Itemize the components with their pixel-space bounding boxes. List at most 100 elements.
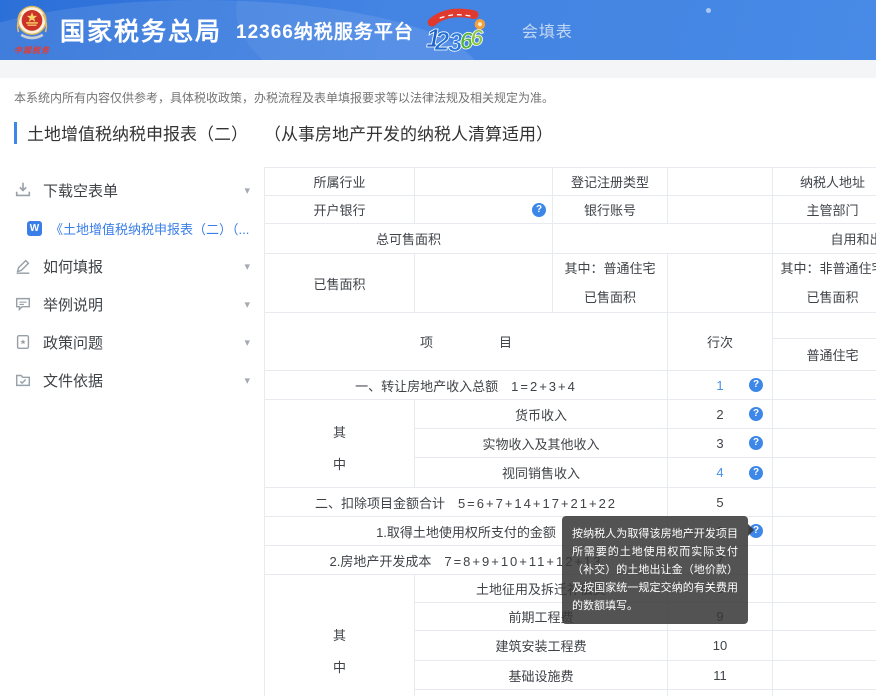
- tax-emblem-icon: [14, 5, 50, 43]
- sidebar-item-label: 如何填报: [43, 256, 103, 277]
- tooltip-text: 按纳税人为取得该房地产开发项目所需要的土地使用权而实际支付（补交）的土地出让金（…: [572, 528, 738, 612]
- field-label: 其中：普通住宅 已售面积: [553, 254, 668, 313]
- line-number-link[interactable]: 1: [716, 378, 723, 393]
- form-title: 土地增值税纳税申报表（二）: [27, 120, 248, 145]
- form-subtitle: （从事房地产开发的纳税人清算适用）: [264, 120, 553, 145]
- sub-header-strip: [0, 60, 876, 78]
- field-label: 所属行业: [265, 168, 415, 196]
- line-number-cell: 10: [668, 631, 773, 661]
- top-banner: 中国税务 国家税务总局 12366纳税服务平台 1 2 3 6 6 会填表: [0, 0, 876, 60]
- folder-check-icon: [14, 371, 32, 389]
- help-tooltip: 按纳税人为取得该房地产开发项目所需要的土地使用权而实际支付（补交）的土地出让金（…: [562, 516, 748, 624]
- value-cell: ?: [415, 196, 553, 224]
- value-cell: [773, 488, 876, 517]
- field-label: 自用和出租面积: [773, 224, 876, 254]
- line-number-cell: 2 ?: [668, 400, 773, 429]
- mascot-12366-logo: 1 2 3 6 6: [424, 7, 486, 53]
- line-number-cell: 4 ?: [668, 458, 773, 488]
- table-row: 所属行业 登记注册类型 纳税人地址: [265, 168, 876, 196]
- item-label: 货币收入: [415, 400, 668, 429]
- value-cell: [668, 168, 773, 196]
- help-icon[interactable]: ?: [749, 436, 763, 450]
- table-row: 总可售面积 自用和出租面积: [265, 224, 876, 254]
- comment-icon: [14, 295, 32, 313]
- tax-bureau-emblem: 中国税务: [10, 5, 54, 56]
- download-link-label[interactable]: 《土地增值税纳税申报表（二）（...: [50, 219, 249, 238]
- field-label: 纳税人地址: [773, 168, 876, 196]
- field-label: 总可售面积: [265, 224, 553, 254]
- group-label-qizhong: 其 中: [265, 575, 415, 696]
- item-label: 建筑安装工程费: [415, 631, 668, 661]
- chevron-down-icon[interactable]: ▾: [244, 260, 250, 273]
- table-row: 二、扣除项目金额合计5=6+7+14+17+21+22 5: [265, 488, 876, 517]
- line-number-cell: 1 ?: [668, 371, 773, 400]
- line-number-link[interactable]: 4: [716, 465, 723, 480]
- field-label: 其中：非普通住宅 已售面积: [773, 254, 876, 313]
- item-label: 实物收入及其他收入: [415, 429, 668, 458]
- table-row: 其 中 货币收入 2 ?: [265, 400, 876, 429]
- value-cell: [773, 458, 876, 488]
- value-cell: [773, 603, 876, 631]
- field-label: 登记注册类型: [553, 168, 668, 196]
- platform-title: 12366纳税服务平台: [236, 17, 414, 44]
- table-header-row: 项 目 行次: [265, 313, 876, 339]
- pencil-icon: [14, 257, 32, 275]
- table-row: 开户银行 ? 银行账号 主管部门: [265, 196, 876, 224]
- column-header-item: 项 目: [265, 313, 668, 371]
- line-number-cell: 11: [668, 661, 773, 690]
- value-cell: [553, 224, 773, 254]
- value-cell: [668, 196, 773, 224]
- table-row: 已售面积 其中：普通住宅 已售面积 其中：非普通住宅 已售面积: [265, 254, 876, 313]
- sidebar: 下载空表单 ▾ W 《土地增值税纳税申报表（二）（... 如何填报 ▾ 举例说明…: [0, 167, 264, 696]
- sidebar-item-download-form[interactable]: 下载空表单 ▾: [0, 171, 264, 209]
- field-label: 银行账号: [553, 196, 668, 224]
- line-number-cell: 5: [668, 488, 773, 517]
- help-icon[interactable]: ?: [749, 466, 763, 480]
- sidebar-item-policy[interactable]: 政策问题 ▾: [0, 323, 264, 361]
- sidebar-item-label: 举例说明: [43, 294, 103, 315]
- column-header-amount: [773, 313, 876, 339]
- chevron-down-icon[interactable]: ▾: [244, 298, 250, 311]
- item-label: 基础设施费: [415, 661, 668, 690]
- help-icon[interactable]: ?: [749, 378, 763, 392]
- value-cell: [773, 400, 876, 429]
- value-cell: [773, 690, 876, 696]
- chevron-down-icon[interactable]: ▾: [244, 336, 250, 349]
- value-cell: [415, 168, 553, 196]
- field-label: 开户银行: [265, 196, 415, 224]
- disclaimer-text: 本系统内所有内容仅供参考，具体税收政策，办税流程及表单填报要求等以法律法规及相关…: [14, 89, 876, 106]
- value-cell: [773, 517, 876, 546]
- word-doc-icon: W: [27, 221, 42, 236]
- field-label: 主管部门: [773, 196, 876, 224]
- item-label: 视同销售收入: [415, 458, 668, 488]
- chevron-down-icon[interactable]: ▾: [244, 184, 250, 197]
- field-label: 已售面积: [265, 254, 415, 313]
- sidebar-item-label: 文件依据: [43, 370, 103, 391]
- sidebar-download-link[interactable]: W 《土地增值税纳税申报表（二）（...: [0, 209, 264, 247]
- value-cell: [415, 254, 553, 313]
- item-label: 二、扣除项目金额合计5=6+7+14+17+21+22: [265, 488, 668, 517]
- help-icon[interactable]: ?: [532, 203, 546, 217]
- line-number-cell: 3 ?: [668, 429, 773, 458]
- sidebar-item-examples[interactable]: 举例说明 ▾: [0, 285, 264, 323]
- chevron-down-icon[interactable]: ▾: [244, 374, 250, 387]
- sidebar-item-label: 政策问题: [43, 332, 103, 353]
- table-row: 一、转让房地产收入总额1=2+3+4 1 ?: [265, 371, 876, 400]
- value-cell: [773, 575, 876, 603]
- title-accent-bar: [14, 122, 17, 144]
- value-cell: [773, 429, 876, 458]
- item-label: 一、转让房地产收入总额1=2+3+4: [265, 371, 668, 400]
- form-table-region: 所属行业 登记注册类型 纳税人地址 开户银行 ? 银行账号 主管部门 总可售面积: [264, 167, 876, 696]
- value-cell: [773, 546, 876, 575]
- value-cell: [773, 631, 876, 661]
- help-icon[interactable]: ?: [749, 407, 763, 421]
- sidebar-item-label: 下载空表单: [43, 180, 118, 201]
- org-title: 国家税务总局: [60, 12, 222, 48]
- value-cell: [773, 661, 876, 690]
- line-number-cell: [668, 690, 773, 696]
- download-icon: [14, 181, 32, 199]
- emblem-caption: 中国税务: [10, 45, 54, 56]
- sidebar-item-how-to-fill[interactable]: 如何填报 ▾: [0, 247, 264, 285]
- sidebar-item-documents[interactable]: 文件依据 ▾: [0, 361, 264, 399]
- nav-item-fill-form[interactable]: 会填表: [522, 18, 573, 42]
